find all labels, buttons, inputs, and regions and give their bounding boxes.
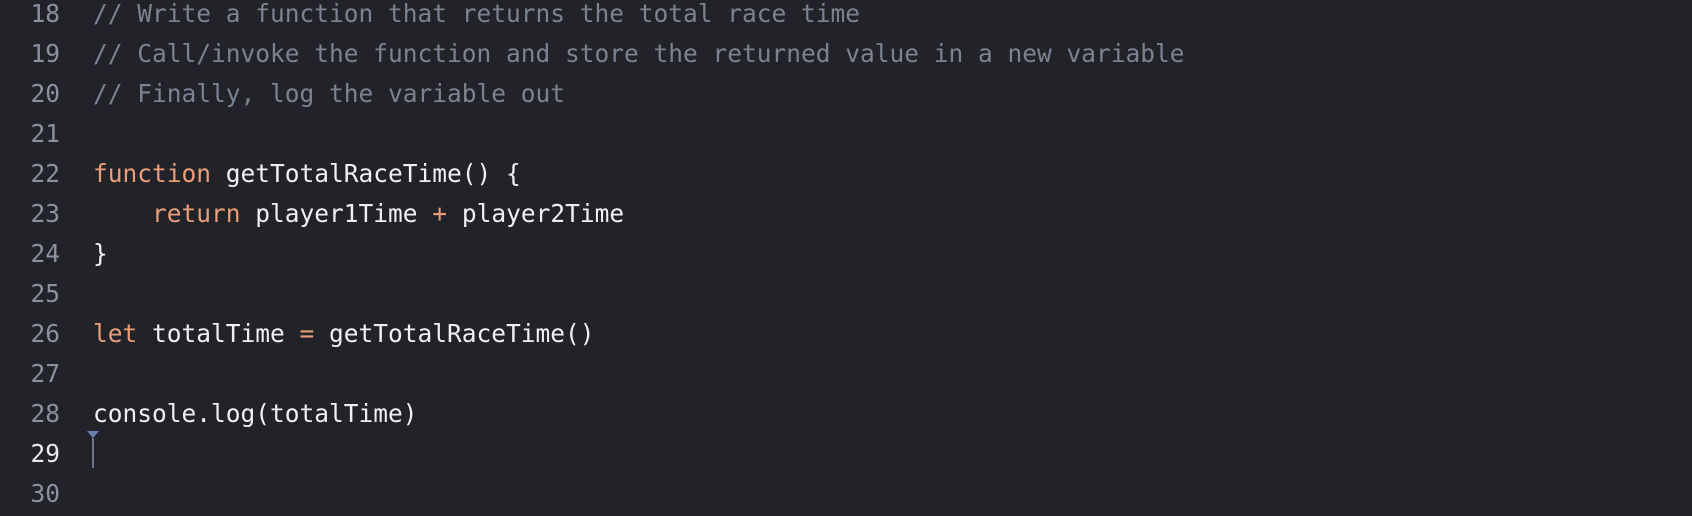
code-token-plain: player1Time xyxy=(240,198,433,228)
line-number: 22 xyxy=(30,158,60,188)
code-token-keyword: function xyxy=(93,158,212,188)
code-text[interactable]: return player1Time + player2Time xyxy=(93,199,624,228)
code-line[interactable]: 18 // Write a function that returns the t… xyxy=(0,0,1692,33)
code-line[interactable]: 30 xyxy=(0,473,1692,513)
code-line[interactable]: 22 function getTotalRaceTime() { xyxy=(0,153,1692,193)
line-number: 21 xyxy=(30,118,60,148)
code-text[interactable]: // Call/invoke the function and store th… xyxy=(93,39,1185,68)
code-token-keyword: return xyxy=(152,198,241,228)
code-text[interactable]: } xyxy=(93,239,108,268)
code-token-plain: getTotalRaceTime() { xyxy=(211,158,521,188)
code-token-plain: getTotalRaceTime() xyxy=(314,318,595,348)
line-number: 29 xyxy=(30,438,60,468)
code-text[interactable]: console.log(totalTime) xyxy=(93,399,418,428)
code-token-comment: // Call/invoke the function and store th… xyxy=(93,38,1185,68)
code-editor[interactable]: 18 // Write a function that returns the t… xyxy=(0,0,1692,516)
code-token-keyword: let xyxy=(93,318,138,348)
code-token-plain: player2Time xyxy=(447,198,625,228)
code-line[interactable]: 21 xyxy=(0,113,1692,153)
code-line[interactable]: 19 // Call/invoke the function and store … xyxy=(0,33,1692,73)
code-line[interactable]: 23 return player1Time + player2Time xyxy=(0,193,1692,233)
code-line[interactable]: 26 let totalTime = getTotalRaceTime() xyxy=(0,313,1692,353)
line-number: 23 xyxy=(30,198,60,228)
line-number: 30 xyxy=(30,478,60,508)
text-cursor xyxy=(92,438,94,468)
code-line[interactable]: 24} xyxy=(0,233,1692,273)
line-number: 18 xyxy=(30,0,60,28)
code-token-plain: console.log(totalTime) xyxy=(93,398,418,428)
line-number: 26 xyxy=(30,318,60,348)
code-token-comment: // Finally, log the variable out xyxy=(93,78,566,108)
code-text[interactable]: // Finally, log the variable out xyxy=(93,79,565,108)
code-token-operator: = xyxy=(299,318,315,348)
line-number: 20 xyxy=(30,78,60,108)
line-number: 28 xyxy=(30,398,60,428)
line-number: 25 xyxy=(30,278,60,308)
code-text[interactable]: // Write a function that returns the tot… xyxy=(93,0,860,28)
caret-marker-icon xyxy=(87,431,99,438)
line-number: 19 xyxy=(30,38,60,68)
code-token-plain: } xyxy=(93,238,108,268)
code-text[interactable]: function getTotalRaceTime() { xyxy=(93,159,521,188)
code-token-plain: totalTime xyxy=(137,318,300,348)
code-line[interactable]: 20 // Finally, log the variable out xyxy=(0,73,1692,113)
code-text[interactable]: let totalTime = getTotalRaceTime() xyxy=(93,319,595,348)
code-token-operator: + xyxy=(432,198,448,228)
code-line[interactable]: 25 xyxy=(0,273,1692,313)
line-number: 27 xyxy=(30,358,60,388)
code-token-comment: // Write a function that returns the tot… xyxy=(93,0,861,28)
code-line[interactable]: 28 console.log(totalTime) xyxy=(0,393,1692,433)
code-line[interactable]: 27 xyxy=(0,353,1692,393)
line-number: 24 xyxy=(30,238,60,268)
code-line[interactable]: 29 xyxy=(0,433,1692,473)
